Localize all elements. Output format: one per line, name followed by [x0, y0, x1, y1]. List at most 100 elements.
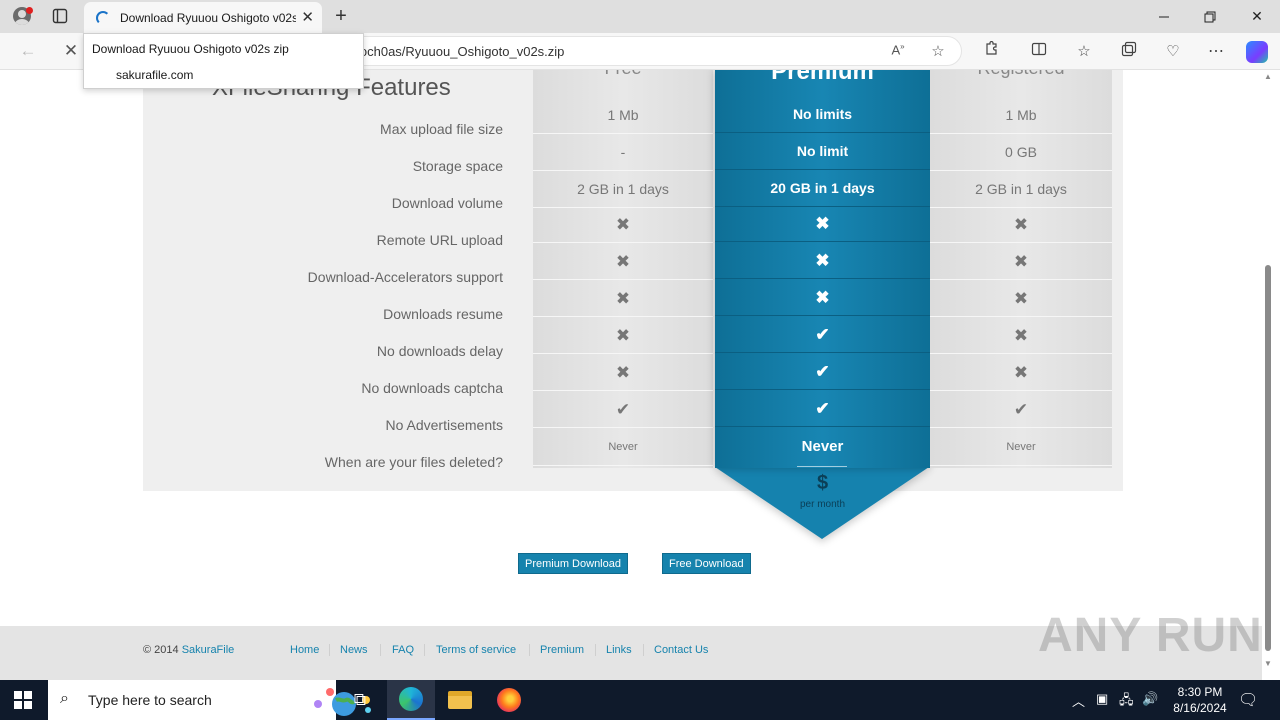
- footer-link-contact[interactable]: Contact Us: [654, 644, 708, 656]
- free-download-volume: 2 GB in 1 days: [533, 171, 713, 208]
- feature-label: When are your files deleted?: [324, 454, 503, 470]
- tray-device-icon[interactable]: ▣: [1096, 691, 1108, 707]
- copilot-icon[interactable]: [1246, 41, 1268, 63]
- registered-max-upload: 1 Mb: [930, 97, 1112, 134]
- footer-link-terms[interactable]: Terms of service: [436, 644, 516, 656]
- premium-plan-column: Premium No limits No limit 20 GB in 1 da…: [715, 70, 930, 468]
- tab-actions-icon[interactable]: [47, 4, 73, 28]
- suggestion-title: Download Ryuuou Oshigoto v02s zip: [92, 42, 289, 56]
- registered-deleted: Never: [930, 429, 1112, 466]
- premium-download-button[interactable]: Premium Download: [518, 553, 628, 574]
- free-storage: -: [533, 134, 713, 171]
- footer-link-faq[interactable]: FAQ: [392, 644, 414, 656]
- browser-essentials-icon[interactable]: ♡: [1162, 41, 1184, 63]
- premium-storage: No limit: [715, 133, 930, 170]
- premium-price: $: [816, 472, 829, 494]
- collections-icon[interactable]: [1118, 41, 1140, 63]
- tray-chevron-up-icon[interactable]: ︿: [1072, 691, 1085, 710]
- loading-spinner-icon: [96, 10, 110, 25]
- close-window-icon[interactable]: ✕: [1234, 0, 1280, 33]
- footer-link-home[interactable]: Home: [290, 644, 319, 656]
- premium-max-upload: No limits: [715, 96, 930, 133]
- new-tab-icon[interactable]: +: [330, 4, 352, 28]
- cross-icon: ✖: [1013, 252, 1029, 271]
- notification-dot-icon: [26, 7, 33, 14]
- back-arrow-icon[interactable]: ←: [15, 38, 41, 64]
- footer-link-links[interactable]: Links: [606, 644, 632, 656]
- cross-icon: ✖: [815, 214, 830, 233]
- task-view-icon[interactable]: ⧉: [336, 680, 384, 720]
- footer-separator: [529, 644, 530, 656]
- clock-date: 8/16/2024: [1173, 701, 1227, 715]
- footer-link-news[interactable]: News: [340, 644, 368, 656]
- notification-center-icon[interactable]: 🗨: [1238, 690, 1258, 710]
- read-aloud-icon[interactable]: A»: [887, 42, 909, 57]
- volume-icon[interactable]: 🔊: [1142, 691, 1158, 707]
- scroll-down-icon[interactable]: ▼: [1264, 659, 1272, 668]
- clock-time: 8:30 PM: [1177, 685, 1223, 699]
- network-icon[interactable]: 🖧: [1119, 691, 1134, 713]
- copyright-year: © 2014: [143, 644, 179, 656]
- taskbar-search-box[interactable]: ⌕ Type here to search: [48, 680, 371, 720]
- settings-more-icon[interactable]: ⋯: [1205, 41, 1227, 63]
- suggestion-host: sakurafile.com: [116, 68, 194, 82]
- check-icon: ✔: [1013, 400, 1029, 419]
- premium-price-period: per month: [799, 499, 846, 510]
- footer-separator: [595, 644, 596, 656]
- split-screen-icon[interactable]: [1028, 41, 1050, 63]
- feature-label: Remote URL upload: [376, 232, 503, 248]
- active-tab[interactable]: Download Ryuuou Oshigoto v02s zip ✕: [84, 2, 322, 33]
- address-text: loch0as/Ryuuou_Oshigoto_v02s.zip: [357, 44, 565, 59]
- minimize-icon[interactable]: [1141, 0, 1187, 33]
- premium-separator: [797, 466, 847, 467]
- firefox-icon[interactable]: [485, 680, 533, 720]
- taskbar-clock[interactable]: 8:30 PM 8/16/2024: [1160, 684, 1240, 716]
- cross-icon: ✖: [615, 252, 631, 271]
- feature-label: Storage space: [412, 158, 503, 174]
- stop-loading-icon[interactable]: ✕: [58, 38, 84, 64]
- edge-taskbar-icon[interactable]: [387, 680, 435, 720]
- restore-icon[interactable]: [1187, 0, 1233, 33]
- free-download-button[interactable]: Free Download: [662, 553, 751, 574]
- close-tab-icon[interactable]: ✕: [301, 8, 314, 26]
- feature-label: Downloads resume: [383, 306, 503, 322]
- footer-separator: [380, 644, 381, 656]
- feature-label: Download volume: [391, 195, 503, 211]
- profile-avatar-icon[interactable]: [9, 4, 35, 28]
- scrollbar-thumb[interactable]: [1265, 265, 1271, 651]
- registered-storage: 0 GB: [930, 134, 1112, 171]
- free-max-upload: 1 Mb: [533, 97, 713, 134]
- footer-separator: [329, 644, 330, 656]
- premium-plan-name: Premium: [771, 70, 874, 85]
- free-deleted: Never: [533, 429, 713, 466]
- free-plan-name: Free: [533, 70, 713, 79]
- windows-start-icon[interactable]: [14, 691, 32, 709]
- feature-label: Download-Accelerators support: [307, 269, 503, 285]
- cross-icon: ✖: [1013, 363, 1029, 382]
- feature-label: No Advertisements: [385, 417, 504, 433]
- feature-label: No downloads captcha: [361, 380, 503, 396]
- favorites-icon[interactable]: ☆: [1073, 41, 1095, 63]
- scroll-up-icon[interactable]: ▲: [1264, 72, 1272, 81]
- extensions-icon[interactable]: [980, 40, 1002, 63]
- cross-icon: ✖: [1013, 215, 1029, 234]
- cross-icon: ✖: [815, 251, 830, 270]
- tab-bar: Download Ryuuou Oshigoto v02s zip ✕ + ✕: [0, 0, 1280, 33]
- check-icon: ✔: [615, 400, 631, 419]
- favorite-star-icon[interactable]: ☆: [927, 42, 949, 60]
- brand-link[interactable]: SakuraFile: [182, 644, 235, 656]
- cross-icon: ✖: [615, 215, 631, 234]
- anyrun-watermark: ANY RUN: [1038, 609, 1263, 662]
- premium-download-volume: 20 GB in 1 days: [715, 170, 930, 207]
- cross-icon: ✖: [815, 288, 830, 307]
- tab-title: Download Ryuuou Oshigoto v02s zip: [120, 10, 296, 25]
- page-viewport: XFileSharing Features Max upload file si…: [0, 70, 1280, 680]
- cross-icon: ✖: [1013, 289, 1029, 308]
- vertical-scrollbar[interactable]: ▲ ▼: [1262, 70, 1274, 676]
- feature-label: No downloads delay: [376, 343, 503, 359]
- address-suggestion-dropdown[interactable]: Download Ryuuou Oshigoto v02s zip sakura…: [83, 33, 364, 89]
- footer-link-premium[interactable]: Premium: [540, 644, 584, 656]
- footer-separator: [424, 644, 425, 656]
- file-explorer-icon[interactable]: [436, 680, 484, 720]
- premium-deleted: Never: [801, 438, 844, 455]
